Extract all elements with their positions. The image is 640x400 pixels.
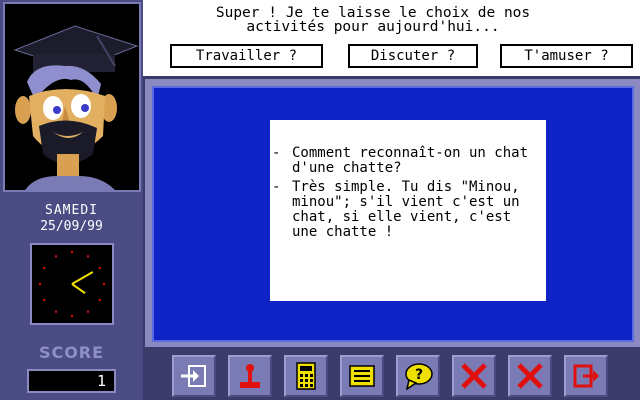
day-label: SAMEDI [45,203,98,218]
exit-door-icon [181,365,206,387]
clock-mark [87,255,89,258]
professor-portrait [3,2,141,192]
choice-work-button[interactable]: Travailler ? [170,44,323,68]
dash-bullet: - [272,145,281,161]
choice-talk-button[interactable]: Discuter ? [348,44,478,68]
close-icon [461,363,487,389]
clock-mark [71,315,73,317]
clock-face-icon [39,251,105,317]
enter-button[interactable] [172,355,216,397]
joke-answer-text: Très simple. Tu dis "Minou, minou"; s'il… [292,179,520,240]
clock-mark [98,299,101,301]
quit-button[interactable] [564,355,608,397]
clock-mark [43,267,46,269]
date-label: 25/09/99 [40,219,103,234]
score-label: SCORE [38,343,105,362]
left-panel: SAMEDI 25/09/99 SCORE 1 [0,0,143,400]
clock-hour-hand [71,283,86,295]
game-button[interactable] [228,355,272,397]
professor-face-icon [13,25,139,190]
notes-button[interactable] [340,355,384,397]
svg-text:?: ? [415,367,423,383]
clock-mark [55,310,57,313]
clock-mark [39,283,41,285]
cancel-button-2[interactable] [508,355,552,397]
clock-mark [55,255,57,258]
joke-card: - Comment reconnaît-on un chat d'une cha… [270,120,546,301]
notepad-icon [349,365,375,387]
dash-bullet: - [272,179,281,195]
choice-fun-button[interactable]: T'amuser ? [500,44,633,68]
joke-question-text: Comment reconnaît-on un chat d'une chatt… [292,145,529,176]
help-button[interactable]: ? [396,355,440,397]
clock-minute-hand [71,271,94,285]
close-icon [517,363,543,389]
clock-mark [87,310,89,313]
joke-answer: - Très simple. Tu dis "Minou, minou"; s'… [272,180,540,240]
quit-icon [573,364,599,388]
dialogue-panel: Super ! Je te laisse le choix de nos act… [143,0,640,76]
clock-mark [98,267,101,269]
dialogue-line-1: Super ! Je te laisse le choix de nos [215,5,531,21]
joystick-icon [240,364,260,388]
clock-mark [43,299,46,301]
dialogue-message: Super ! Je te laisse le choix de nos act… [143,5,603,35]
dialogue-line-2: activités pour aujourd'hui... [246,19,500,35]
joke-question: - Comment reconnaît-on un chat d'une cha… [272,146,540,176]
cancel-button-1[interactable] [452,355,496,397]
clock-mark [103,283,105,285]
question-bubble-icon: ? [405,363,433,390]
clock-mark [71,251,73,253]
analog-clock [30,243,114,325]
calculator-icon [296,362,316,390]
calculator-button[interactable] [284,355,328,397]
score-value: 1 [27,369,116,393]
